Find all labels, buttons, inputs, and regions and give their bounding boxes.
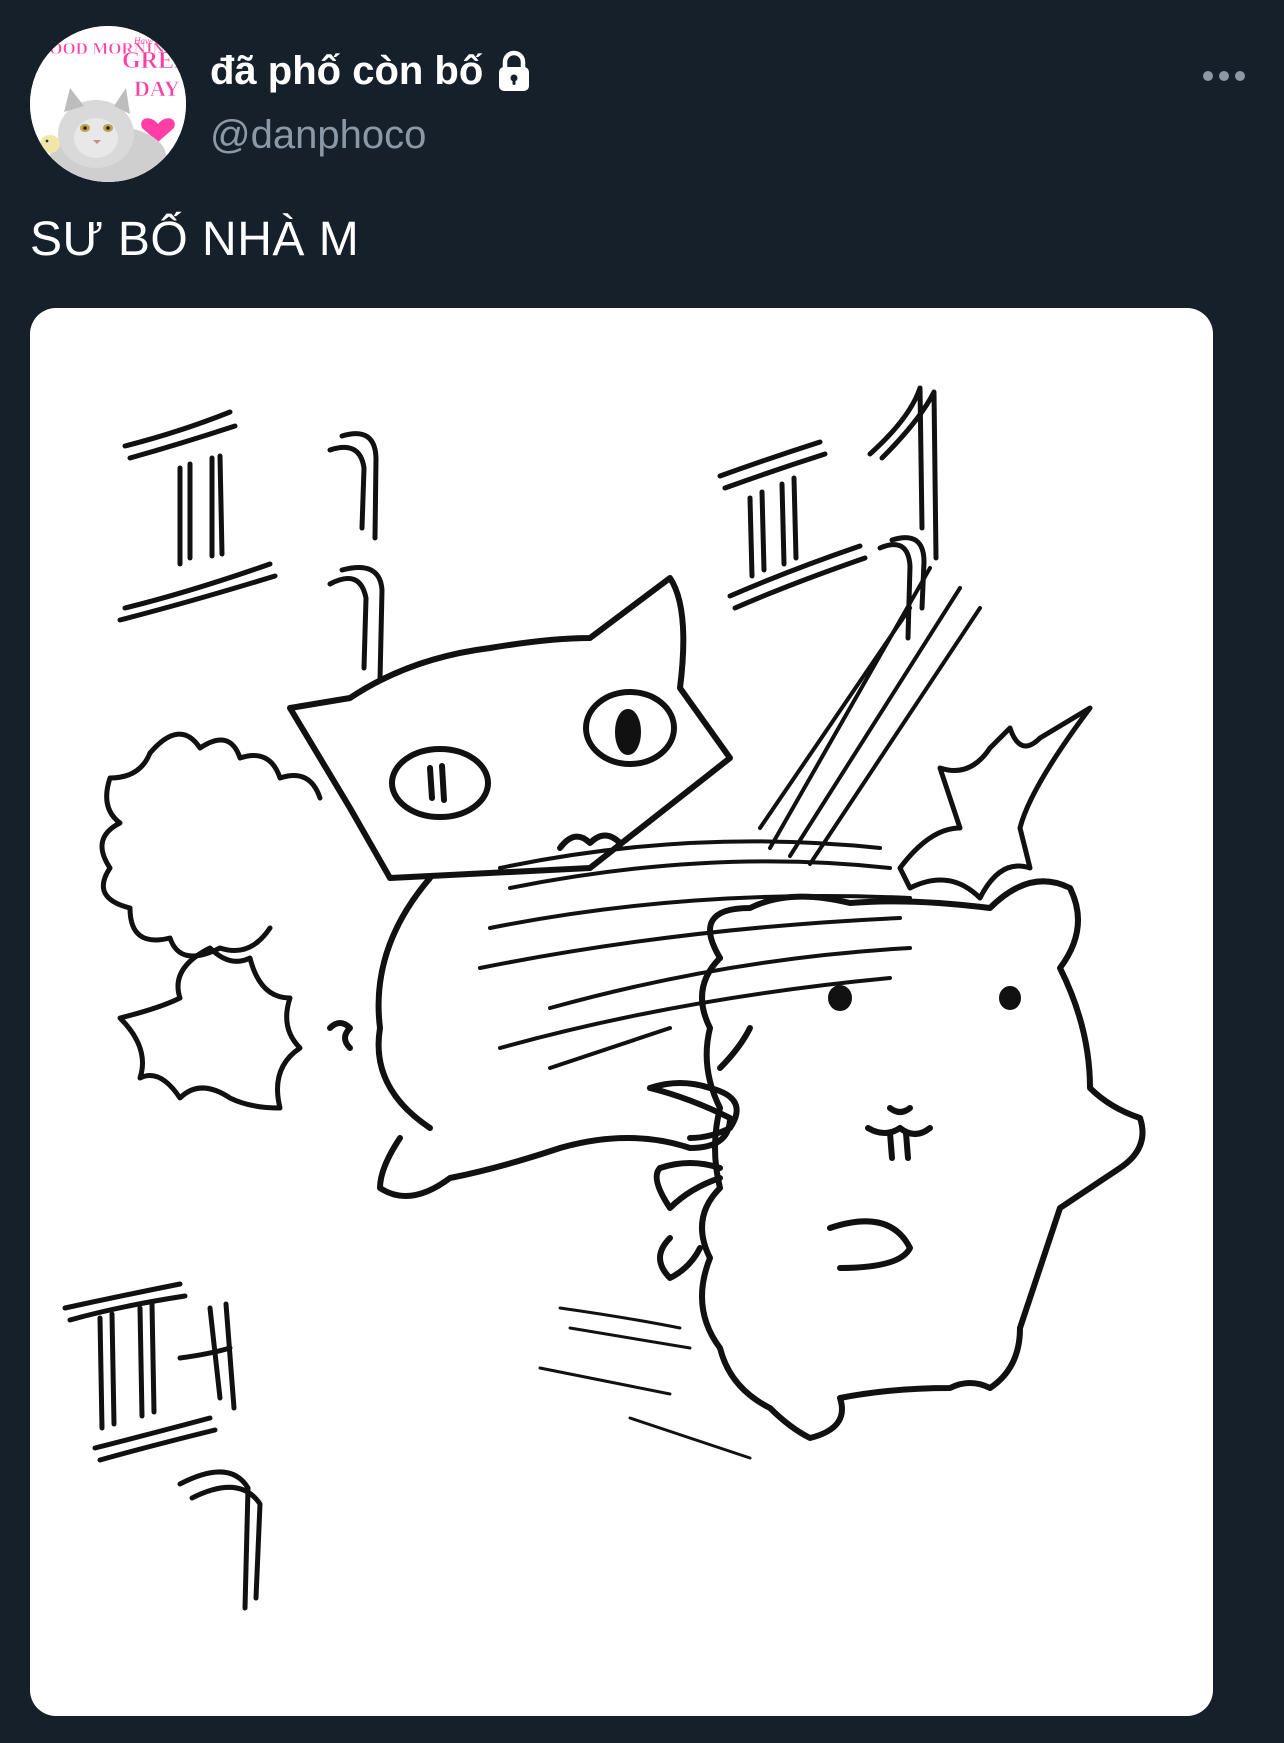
avatar-text-day: DAY [134, 76, 180, 101]
more-options-button[interactable] [1192, 56, 1256, 96]
avatar-text-great: GREAT [122, 48, 186, 74]
impact-star-right [897, 705, 1093, 901]
hamster-motion-lines [538, 1306, 752, 1460]
tweet-text: SƯ BỐ NHÀ M [30, 213, 360, 266]
more-dots-icon [1203, 71, 1245, 81]
avatar[interactable]: GOOD MORNING Have a GREAT DAY [30, 26, 186, 182]
avatar-text-have: Have a [133, 36, 160, 46]
avatar-image: GOOD MORNING Have a GREAT DAY [30, 26, 186, 182]
sfx-top-right [717, 385, 939, 641]
speed-lines [478, 566, 982, 1070]
cat-head [287, 575, 733, 881]
cat-hitting-hamster-drawing [62, 385, 1146, 1611]
hamster [653, 878, 1146, 1441]
cat-body [327, 875, 733, 1199]
display-name-row[interactable]: đã phố còn bố [210, 46, 537, 96]
tweet: GOOD MORNING Have a GREAT DAY đã phố [0, 0, 1284, 1743]
sfx-bottom-left [62, 1281, 263, 1611]
lock-icon [491, 48, 537, 94]
user-handle[interactable]: @danphoco [210, 113, 426, 158]
display-name[interactable]: đã phố còn bố [210, 49, 483, 94]
tweet-media[interactable] [30, 308, 1213, 1716]
cat-fur [99, 731, 323, 959]
sfx-top-left [117, 409, 385, 683]
cat-arm [647, 1025, 753, 1141]
impact-star-left [117, 945, 303, 1111]
